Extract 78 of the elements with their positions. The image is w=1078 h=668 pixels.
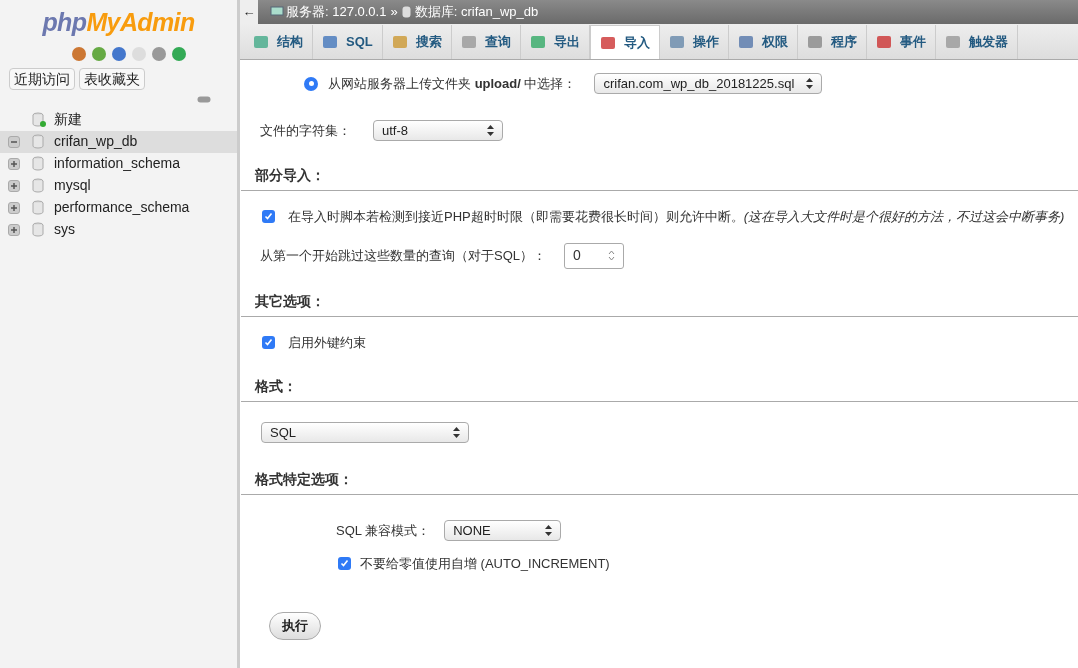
dropdown-arrows-icon <box>545 525 553 536</box>
dropdown-arrows-icon <box>806 78 814 89</box>
expand-icon[interactable] <box>8 157 20 170</box>
expand-icon[interactable] <box>8 201 20 214</box>
expand-icon[interactable] <box>8 179 20 192</box>
check-icon <box>264 212 273 222</box>
skip-label: 从第一个开始跳过这些数量的查询（对于SQL）： <box>260 246 546 265</box>
tab-icon <box>460 34 477 50</box>
option-label: 在导入时脚本若检测到接近PHP超时时限（即需要花费很长时间）则允许中断。(这在导入大文件时是个很好的方法，不过这会中断事务) <box>288 208 1065 226</box>
tab[interactable]: 导出 <box>520 25 590 59</box>
dropdown-arrows-icon <box>453 427 460 438</box>
tab-icon <box>599 34 616 51</box>
expand-icon[interactable] <box>8 223 20 236</box>
tree-item[interactable]: performance_schema <box>0 196 237 219</box>
submit-button[interactable]: 执行 <box>269 611 321 640</box>
option-label: 不要给零值使用自增 (AUTO_INCREMENT) <box>360 555 610 573</box>
sidebar-button[interactable]: 表收藏夹 <box>79 67 145 90</box>
check-icon <box>340 559 349 569</box>
section-heading: 格式特定选项： <box>255 471 353 487</box>
upload-label: 从网站服务器上传文件夹 upload/ 中选择： <box>328 74 577 93</box>
tree-item[interactable]: 新建 <box>0 108 237 131</box>
tab[interactable]: 程序 <box>797 25 867 59</box>
tab[interactable]: 事件 <box>866 25 936 59</box>
compat-label: SQL 兼容模式： <box>336 521 431 540</box>
skip-count-field[interactable]: 0 <box>564 242 624 269</box>
database-icon <box>32 178 46 193</box>
radio-button[interactable] <box>304 76 318 91</box>
tree-item[interactable]: mysql <box>0 174 237 197</box>
charset-label: 文件的字符集： <box>260 121 351 140</box>
spinner-icon[interactable] <box>608 250 615 261</box>
breadcrumb-link[interactable]: 数据库: crifan_wp_db <box>414 2 539 22</box>
check-icon <box>264 337 273 347</box>
compat-select[interactable]: NONE <box>444 520 562 541</box>
tab[interactable]: SQL <box>313 25 383 59</box>
option-label: 启用外键约束 <box>288 333 366 352</box>
tab-icon <box>391 34 408 50</box>
tree-item[interactable]: crifan_wp_db <box>0 130 237 153</box>
collapse-icon[interactable] <box>8 135 20 148</box>
tab-icon <box>529 34 546 50</box>
tab[interactable]: 权限 <box>728 25 798 59</box>
tab[interactable]: 导入 <box>589 25 660 59</box>
tab[interactable]: 搜索 <box>382 25 452 59</box>
database-icon <box>32 156 46 171</box>
tree-item[interactable]: information_schema <box>0 152 237 175</box>
checkbox[interactable] <box>338 557 351 571</box>
tree-item[interactable]: sys <box>0 218 237 241</box>
back-button[interactable]: ← <box>240 0 258 24</box>
tab-icon <box>322 34 338 50</box>
format-select[interactable]: SQL <box>261 422 469 443</box>
database-icon <box>32 134 46 149</box>
tab-icon <box>737 34 754 50</box>
logo: phpMyAdmin <box>41 7 196 38</box>
server-icon <box>270 6 284 18</box>
sidebar-button[interactable]: 近期访问 <box>9 67 75 90</box>
tab-icon <box>253 34 269 50</box>
tab[interactable]: 查询 <box>451 25 521 59</box>
database-icon <box>32 200 46 215</box>
link-icon[interactable] <box>197 95 211 103</box>
new-database-icon <box>32 112 46 127</box>
breadcrumb-separator: » <box>390 3 398 22</box>
section-heading: 部分导入： <box>255 167 325 183</box>
checkbox[interactable] <box>262 335 275 349</box>
tab-icon <box>944 34 961 50</box>
dropdown-arrows-icon <box>487 125 494 136</box>
charset-select[interactable]: utf-8 <box>373 120 503 141</box>
section-heading: 格式： <box>255 378 297 394</box>
tab[interactable]: 触发器 <box>935 25 1018 59</box>
tab-icon <box>875 34 892 50</box>
file-select[interactable]: crifan.com_wp_db_20181225.sql <box>594 73 823 94</box>
tab-icon <box>668 34 685 50</box>
section-heading: 其它选项： <box>255 292 325 309</box>
database-icon <box>32 222 46 237</box>
tab[interactable]: 操作 <box>659 25 729 59</box>
tab[interactable]: 结构 <box>244 25 313 59</box>
tab-icon <box>806 34 823 50</box>
database-icon <box>401 6 411 18</box>
checkbox[interactable] <box>262 210 275 224</box>
breadcrumb-link[interactable]: 服务器: 127.0.0.1 <box>286 2 387 22</box>
